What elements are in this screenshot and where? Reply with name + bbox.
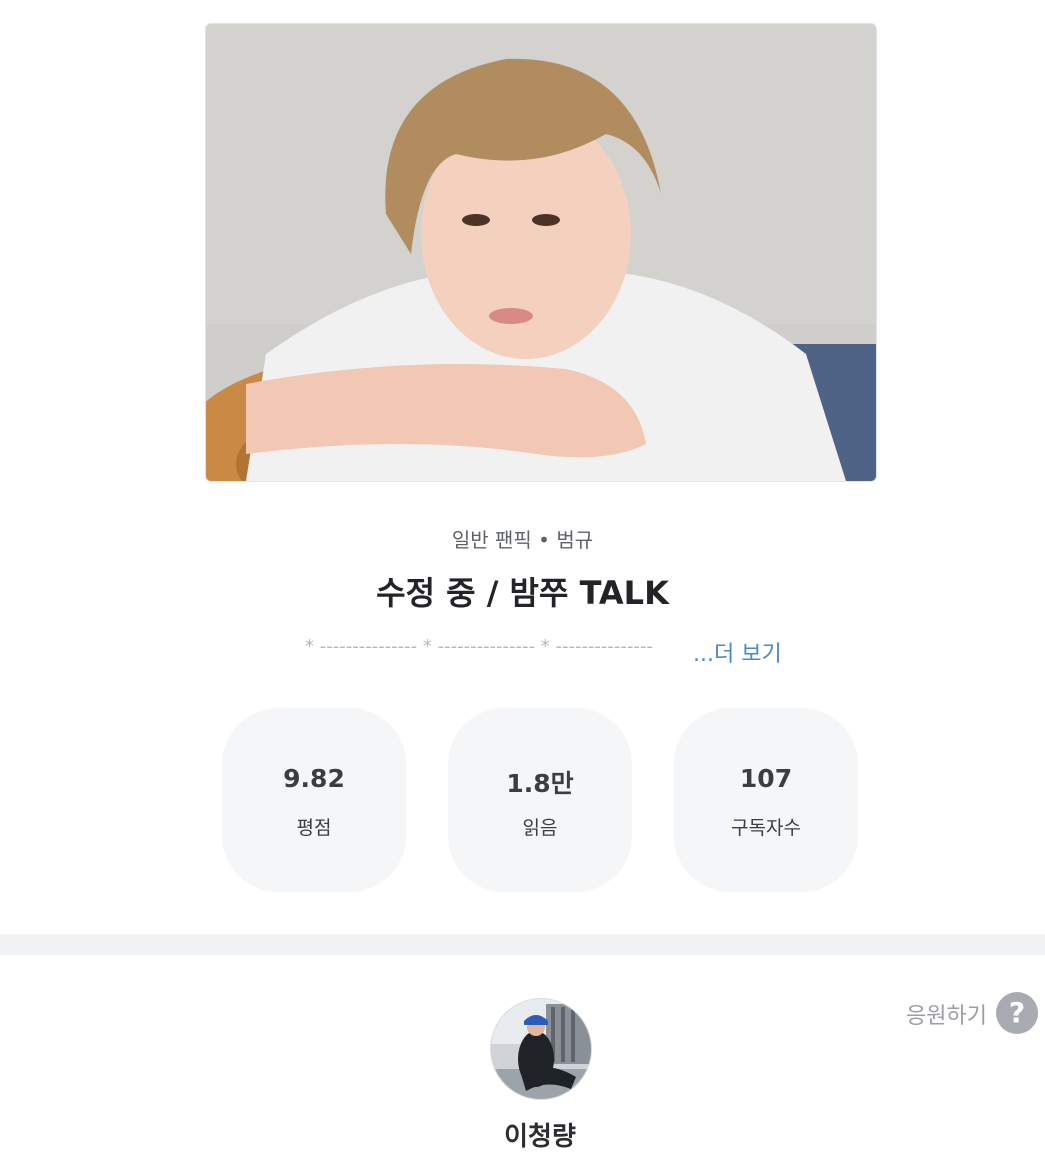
avatar-photo xyxy=(491,999,591,1099)
support-label: 응원하기 xyxy=(906,1004,987,1029)
stat-label: 구독자수 xyxy=(731,817,801,839)
stat-value: 107 xyxy=(739,764,793,793)
stats-panel: 9.82 평점 1.8만 읽음 107 구독자수 xyxy=(222,708,858,892)
stat-label: 읽음 xyxy=(522,817,558,839)
cover-image[interactable] xyxy=(205,23,877,482)
description-preview: * --------------- * --------------- * --… xyxy=(305,636,653,657)
stat-rating: 9.82 평점 xyxy=(222,708,406,892)
stat-label: 평점 xyxy=(296,817,332,839)
stat-subscribers: 107 구독자수 xyxy=(674,708,858,892)
author-avatar[interactable] xyxy=(490,998,592,1100)
stat-reads: 1.8만 읽음 xyxy=(448,708,632,892)
story-title: 수정 중 / 밤쭈 TALK xyxy=(376,574,669,612)
genre-line: 일반 팬픽 • 범규 xyxy=(451,528,594,552)
stat-value: 9.82 xyxy=(283,764,345,793)
stat-value: 1.8만 xyxy=(506,769,574,798)
author-name[interactable]: 이청량 xyxy=(0,1116,1045,1153)
description-row: * --------------- * --------------- * --… xyxy=(305,636,785,668)
help-icon[interactable]: ? xyxy=(996,992,1038,1034)
cover-photo xyxy=(206,24,876,481)
more-link[interactable]: ...더 보기 xyxy=(693,636,782,668)
section-divider xyxy=(0,934,1045,955)
